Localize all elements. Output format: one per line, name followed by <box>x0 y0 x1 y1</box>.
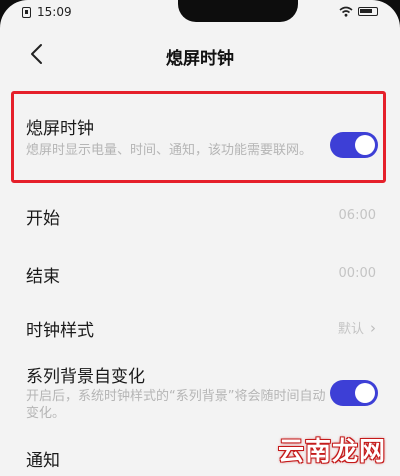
setting-title: 系列背景自变化 <box>26 367 145 387</box>
status-left: 15:09 <box>22 5 72 19</box>
wifi-icon <box>339 6 353 17</box>
chevron-right-icon: › <box>370 319 376 337</box>
setting-row-series-background[interactable]: 系列背景自变化 开启后，系统时钟样式的“系列背景”将会随时间自动变化。 <box>0 360 400 430</box>
setting-title: 结束 <box>26 267 60 287</box>
status-time: 15:09 <box>37 5 72 19</box>
setting-description: 开启后，系统时钟样式的“系列背景”将会随时间自动变化。 <box>26 389 326 421</box>
camera-notch <box>178 0 298 22</box>
setting-value: 默认 <box>337 322 364 337</box>
highlight-box <box>11 91 386 183</box>
battery-icon <box>358 7 378 16</box>
page-title: 熄屏时钟 <box>166 49 234 69</box>
setting-value: 06:00 <box>338 208 376 223</box>
status-right <box>339 6 378 17</box>
nav-bar: 熄屏时钟 <box>0 30 400 80</box>
setting-title: 通知 <box>26 451 60 471</box>
setting-value-wrap: 默认 › <box>338 318 376 337</box>
sim-card-icon <box>22 6 31 18</box>
setting-row-start[interactable]: 开始 06:00 <box>0 196 400 236</box>
setting-value: 00:00 <box>338 266 376 281</box>
series-background-toggle[interactable] <box>330 380 378 406</box>
setting-row-clock-style[interactable]: 时钟样式 默认 › <box>0 310 400 350</box>
setting-title: 开始 <box>26 209 60 229</box>
setting-title: 时钟样式 <box>26 321 94 341</box>
setting-row-end[interactable]: 结束 00:00 <box>0 254 400 294</box>
toggle-knob <box>355 383 375 403</box>
watermark: 云南龙网 <box>277 437 386 467</box>
phone-screen: 15:09 熄屏时钟 熄屏时钟 熄屏时显示电量、时间、通知，该功能需要联网。 开… <box>0 0 400 476</box>
